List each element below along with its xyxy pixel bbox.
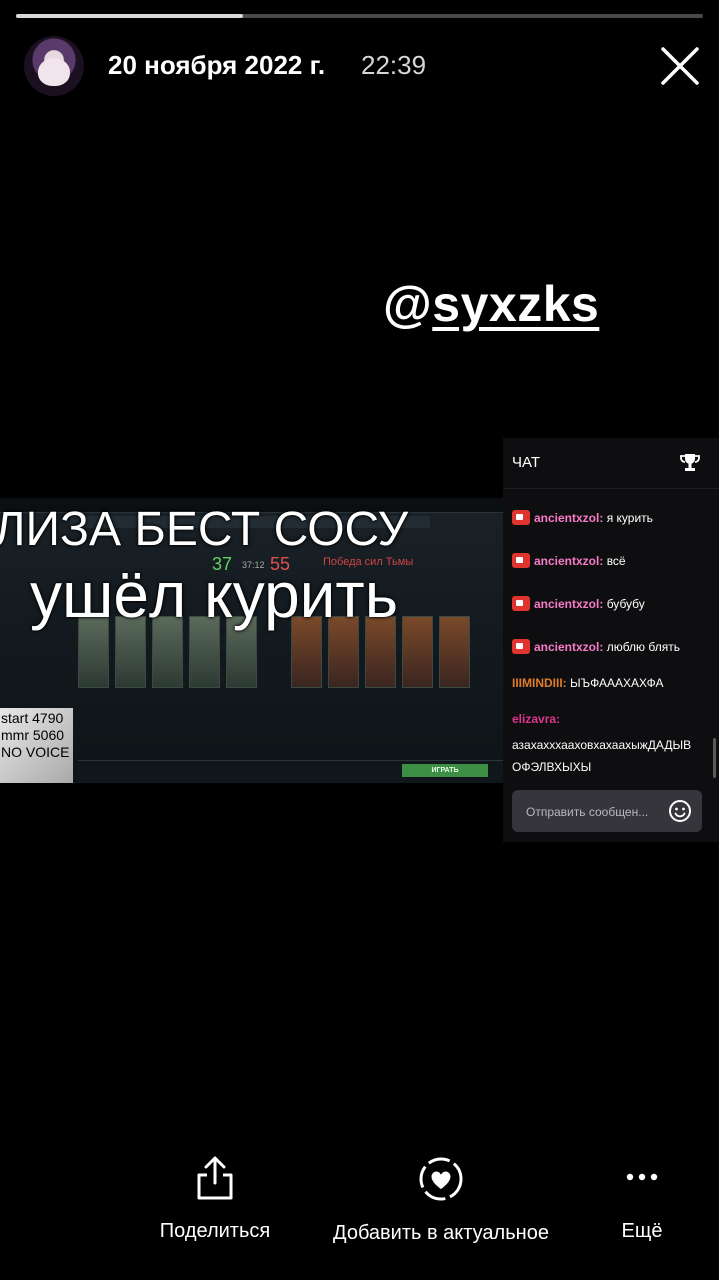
share-label: Поделиться: [159, 1220, 271, 1242]
chat-header: ЧАТ: [503, 438, 719, 489]
trophy-icon[interactable]: [679, 452, 701, 474]
chat-username[interactable]: ancientxzol:: [534, 554, 603, 568]
camera-badge-icon: [512, 510, 530, 525]
stream-overlay-text-2: ушёл курить: [30, 559, 399, 631]
chat-username[interactable]: ancientxzol:: [534, 511, 603, 525]
more-button[interactable]: Ещё: [600, 1155, 684, 1243]
story-progress-bar: [16, 14, 703, 18]
emoji-icon[interactable]: [668, 799, 692, 823]
webcam-line: start 4790: [1, 710, 64, 726]
story-time: 22:39: [361, 50, 427, 80]
chat-input[interactable]: [524, 801, 668, 823]
chat-text: люблю блять: [603, 640, 680, 654]
chat-message: elizavra: азахахххааховхахаахыжДАДЫВ ОФЭ…: [512, 712, 691, 778]
add-to-highlights-button[interactable]: Добавить в актуальное: [316, 1155, 566, 1245]
hero-portrait: [439, 616, 470, 688]
chat-scrollbar[interactable]: [713, 738, 716, 778]
stream-screenshot: 37 37:12 55 Победа сил Тьмы ИГРАТЬ ЛИЗА …: [0, 438, 503, 842]
hero-portrait: [402, 616, 433, 688]
chat-text: бубубу: [603, 597, 645, 611]
chat-text-line: ОФЭЛВХЫХЫ: [512, 760, 592, 774]
camera-badge-icon: [512, 553, 530, 568]
chat-text: я курить: [603, 511, 653, 525]
chat-text: всё: [603, 554, 626, 568]
mention-sticker[interactable]: @syxzks: [383, 275, 599, 333]
chat-username[interactable]: elizavra:: [512, 712, 691, 726]
mention-handle: syxzks: [432, 276, 600, 332]
webcam-line: mmr 5060: [1, 727, 65, 743]
highlight-label: Добавить в актуальное: [333, 1222, 549, 1244]
close-icon: [661, 47, 699, 85]
camera-badge-icon: [512, 639, 530, 654]
camera-badge-icon: [512, 596, 530, 611]
chat-username[interactable]: ancientxzol:: [534, 597, 603, 611]
chat-panel: ЧАТ ancientxzol: я курить ancientxzol: в…: [503, 438, 719, 842]
chat-username[interactable]: ancientxzol:: [534, 640, 603, 654]
close-button[interactable]: [658, 44, 702, 88]
play-button: ИГРАТЬ: [402, 764, 488, 777]
chat-username[interactable]: IIIMINDIII:: [512, 676, 567, 690]
chat-input-box[interactable]: [512, 790, 702, 832]
chat-message: ancientxzol: всё: [512, 553, 626, 568]
story-date: 20 ноября 2022 г.: [108, 50, 326, 80]
story-progress-fill: [16, 14, 243, 18]
chat-text: ЫЪФАААХАХФА: [566, 676, 664, 690]
chat-message: ancientxzol: я курить: [512, 510, 653, 525]
chat-title: ЧАТ: [512, 454, 540, 471]
avatar[interactable]: [24, 36, 84, 96]
chat-message: IIIMINDIII: ЫЪФАААХАХФА: [512, 676, 663, 690]
more-dots-icon: [626, 1173, 658, 1181]
mention-at: @: [383, 276, 433, 332]
share-button[interactable]: Поделиться: [150, 1155, 280, 1243]
chat-message: ancientxzol: люблю блять: [512, 639, 680, 654]
stream-overlay-text-1: ЛИЗА БЕСТ СОСУ: [0, 503, 409, 556]
game-screen: 37 37:12 55 Победа сил Тьмы ИГРАТЬ ЛИЗА …: [0, 498, 503, 783]
heart-circle-icon: [419, 1157, 463, 1201]
more-label: Ещё: [621, 1220, 663, 1242]
webcam-text: start 4790 mmr 5060 NO VOICE: [1, 710, 69, 761]
webcam-line: NO VOICE: [1, 744, 70, 760]
chat-text-line: азахахххааховхахаахыжДАДЫВ: [512, 738, 692, 752]
chat-message: ancientxzol: бубубу: [512, 596, 645, 611]
share-icon: [197, 1156, 233, 1200]
chat-text: азахахххааховхахаахыжДАДЫВ ОФЭЛВХЫХЫ: [512, 734, 691, 778]
